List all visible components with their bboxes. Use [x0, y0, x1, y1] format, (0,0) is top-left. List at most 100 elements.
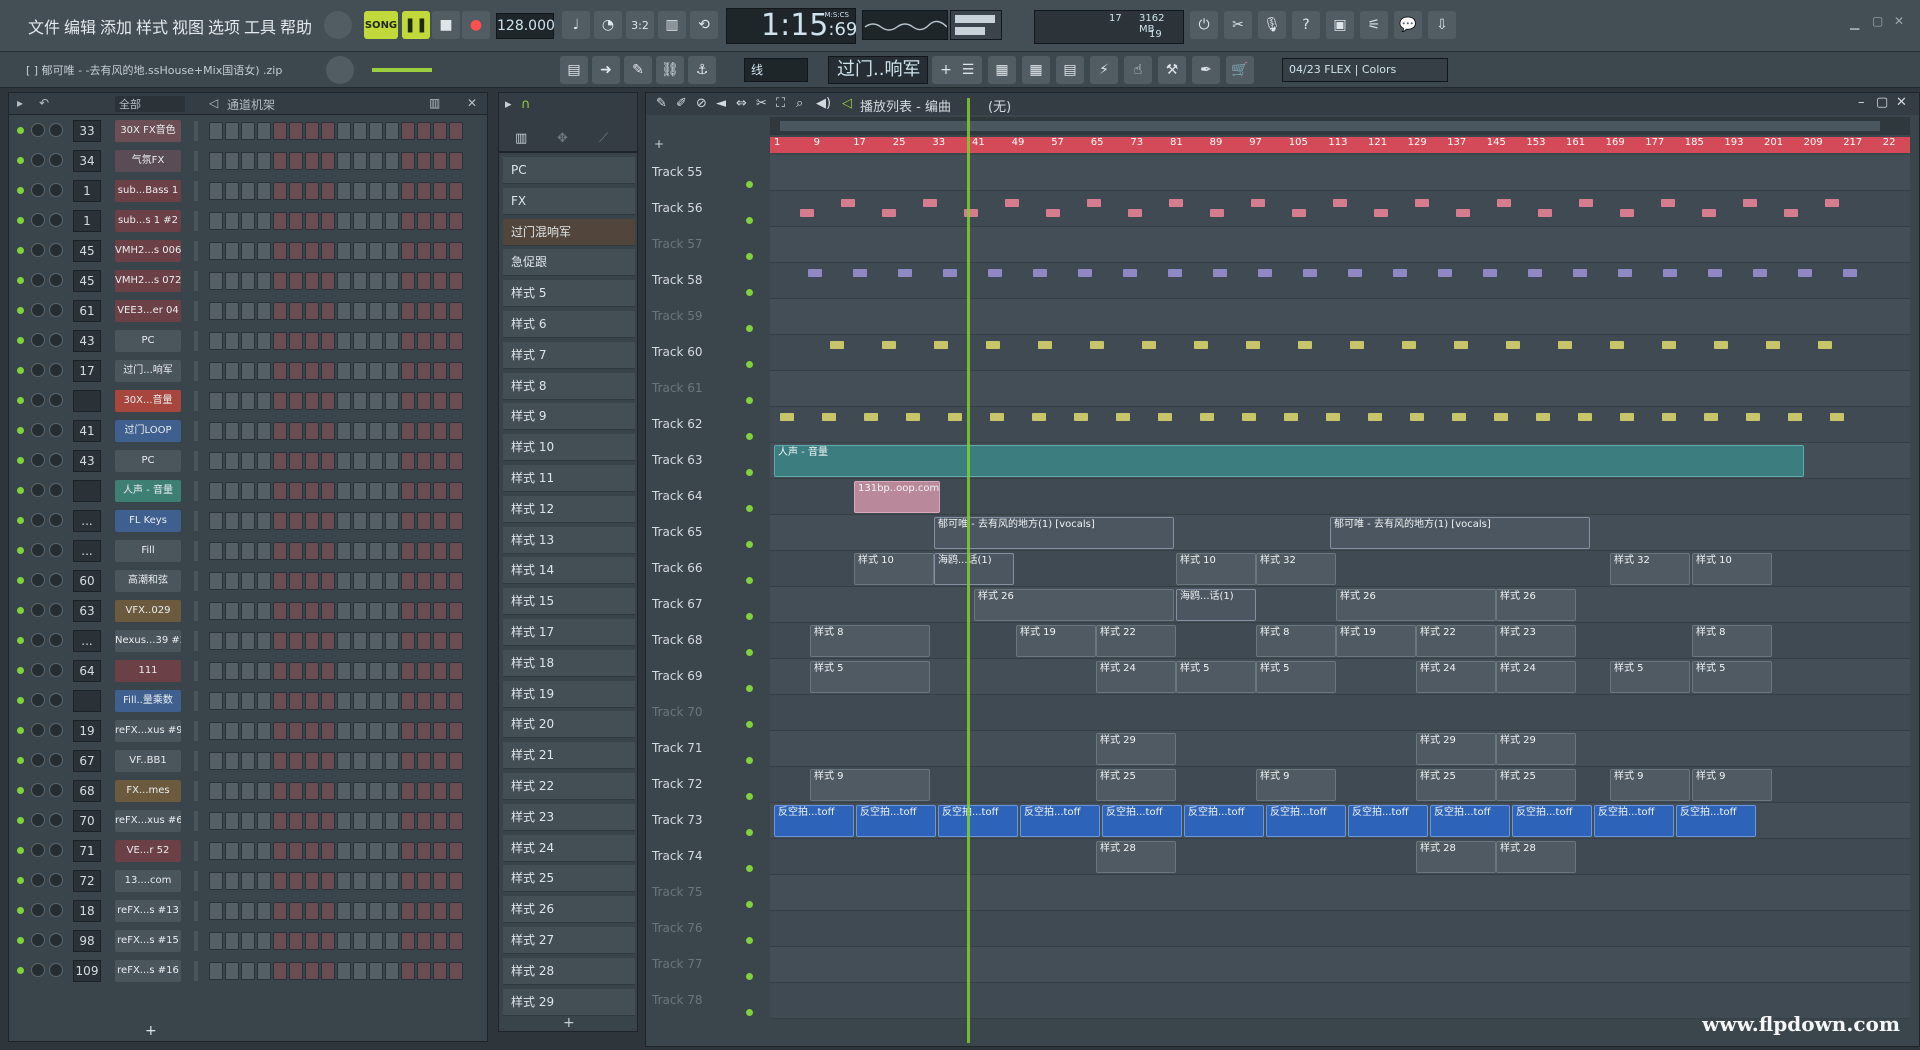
chat-button[interactable]: 💬 — [1394, 11, 1422, 39]
step-button[interactable] — [433, 212, 447, 230]
step-button[interactable] — [369, 962, 383, 980]
step-button[interactable] — [257, 152, 271, 170]
step-button[interactable] — [305, 212, 319, 230]
step-button[interactable] — [321, 902, 335, 920]
step-button[interactable] — [289, 662, 303, 680]
step-button[interactable] — [385, 632, 399, 650]
step-button[interactable] — [241, 332, 255, 350]
step-button[interactable] — [353, 152, 367, 170]
step-button[interactable] — [417, 332, 431, 350]
note-mark[interactable] — [1128, 209, 1142, 217]
step-button[interactable] — [257, 782, 271, 800]
menu-edit[interactable]: 编辑 — [64, 14, 96, 38]
step-button[interactable] — [369, 752, 383, 770]
note-mark[interactable] — [1393, 269, 1407, 277]
step-button[interactable] — [305, 842, 319, 860]
loop-record-button[interactable]: ⟲ — [690, 11, 718, 39]
stamp-button[interactable]: ⚓ — [688, 56, 716, 84]
playlist-clip[interactable]: 反空拍...toff — [938, 805, 1018, 837]
note-mark[interactable] — [1714, 341, 1728, 349]
channel-select-bar[interactable] — [194, 151, 198, 171]
step-button[interactable] — [385, 332, 399, 350]
step-button[interactable] — [241, 842, 255, 860]
step-button[interactable] — [433, 872, 447, 890]
step-button[interactable] — [225, 692, 239, 710]
channel-mute-led[interactable] — [17, 577, 24, 584]
playlist-clip[interactable]: 反空拍...toff — [1430, 805, 1510, 837]
channel-mixer-track[interactable]: 71 — [73, 840, 101, 862]
track-label[interactable]: Track 73 — [652, 813, 702, 827]
step-button[interactable] — [337, 812, 351, 830]
step-button[interactable] — [401, 572, 415, 590]
step-button[interactable] — [417, 212, 431, 230]
window-close-icon[interactable]: ✕ — [1894, 14, 1904, 28]
pattern-list-item[interactable]: 样式 28 — [503, 957, 635, 985]
playlist-clip[interactable]: 样式 5 — [1176, 661, 1256, 693]
step-button[interactable] — [209, 212, 223, 230]
note-mark[interactable] — [1753, 269, 1767, 277]
step-button[interactable] — [241, 542, 255, 560]
pattern-list-item[interactable]: 样式 19 — [503, 680, 635, 708]
step-button[interactable] — [385, 902, 399, 920]
channel-pan-knob[interactable] — [49, 123, 63, 137]
channel-select-bar[interactable] — [194, 301, 198, 321]
channel-volume-knob[interactable] — [31, 633, 45, 647]
channel-volume-knob[interactable] — [31, 933, 45, 947]
select-tool-icon[interactable]: ⛶ — [776, 96, 785, 111]
step-button[interactable] — [273, 662, 287, 680]
export-button[interactable]: ⇩ — [1428, 11, 1456, 39]
plugin-button[interactable]: ✎ — [624, 56, 652, 84]
step-button[interactable] — [273, 392, 287, 410]
note-mark[interactable] — [882, 209, 896, 217]
channel-pan-knob[interactable] — [49, 513, 63, 527]
channel-mute-led[interactable] — [17, 937, 24, 944]
step-button[interactable] — [289, 362, 303, 380]
channel-name-button[interactable]: sub...s 1 #2 — [115, 210, 181, 232]
step-button[interactable] — [433, 482, 447, 500]
step-button[interactable] — [433, 572, 447, 590]
step-button[interactable] — [385, 272, 399, 290]
channel-mute-led[interactable] — [17, 217, 24, 224]
wait-input-button[interactable]: ◔ — [594, 11, 622, 39]
note-mark[interactable] — [1746, 413, 1760, 421]
track-mute-led[interactable] — [746, 901, 753, 908]
step-button[interactable] — [225, 392, 239, 410]
track-label[interactable]: Track 67 — [652, 597, 702, 611]
note-mark[interactable] — [1506, 341, 1520, 349]
step-edit-button[interactable]: ▥ — [658, 11, 686, 39]
track-mute-led[interactable] — [746, 397, 753, 404]
playlist-clip[interactable]: 样式 25 — [1416, 769, 1496, 801]
step-button[interactable] — [241, 722, 255, 740]
step-button[interactable] — [209, 872, 223, 890]
note-mark[interactable] — [1326, 413, 1340, 421]
pattern-list-item[interactable]: 样式 26 — [503, 896, 635, 924]
channel-mute-led[interactable] — [17, 667, 24, 674]
step-button[interactable] — [369, 152, 383, 170]
step-button[interactable] — [305, 872, 319, 890]
window-minimize-icon[interactable]: ▁ — [1850, 16, 1859, 30]
step-button[interactable] — [225, 902, 239, 920]
channel-mute-led[interactable] — [17, 757, 24, 764]
step-button[interactable] — [401, 362, 415, 380]
pattern-list-item[interactable]: 样式 24 — [503, 834, 635, 862]
channel-mute-led[interactable] — [17, 457, 24, 464]
step-button[interactable] — [401, 782, 415, 800]
channel-mute-led[interactable] — [17, 187, 24, 194]
track-lane[interactable] — [770, 407, 1910, 443]
step-button[interactable] — [353, 782, 367, 800]
channel-mute-led[interactable] — [17, 337, 24, 344]
channel-row[interactable]: 67 VF..BB1 — [9, 747, 487, 775]
step-button[interactable] — [305, 512, 319, 530]
slice-tool-icon[interactable]: ✂ — [756, 96, 767, 111]
step-button[interactable] — [417, 182, 431, 200]
step-button[interactable] — [417, 512, 431, 530]
step-button[interactable] — [385, 422, 399, 440]
playlist-clip[interactable]: 样式 10 — [854, 553, 934, 585]
channel-volume-knob[interactable] — [31, 303, 45, 317]
track-label[interactable]: Track 69 — [652, 669, 702, 683]
track-mute-led[interactable] — [746, 757, 753, 764]
step-button[interactable] — [241, 692, 255, 710]
step-button[interactable] — [241, 872, 255, 890]
step-button[interactable] — [209, 452, 223, 470]
move-icon[interactable]: ✥ — [557, 131, 568, 146]
